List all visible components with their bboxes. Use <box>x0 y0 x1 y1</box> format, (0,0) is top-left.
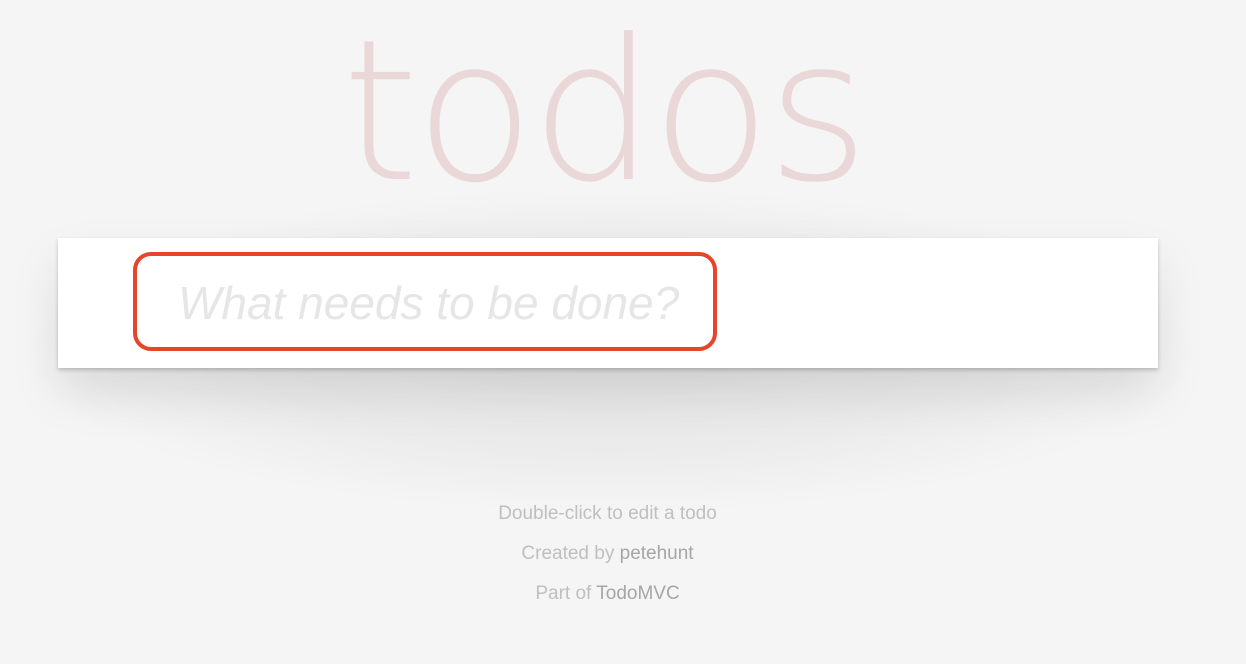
todomvc-link[interactable]: TodoMVC <box>596 583 679 604</box>
todo-header-card <box>58 238 1158 368</box>
info-footer: Double-click to edit a todo Created by p… <box>0 494 1215 614</box>
part-of-line: Part of TodoMVC <box>0 574 1215 614</box>
edit-hint: Double-click to edit a todo <box>498 503 717 524</box>
part-of-label: Part of <box>535 583 592 604</box>
app-title: todos <box>341 0 869 226</box>
created-by-label: Created by <box>521 543 615 564</box>
credits-line: Created by petehunt <box>0 534 1215 574</box>
todo-app: todos Double-click to edit a todo Create… <box>0 0 1246 664</box>
new-todo-input[interactable] <box>118 238 1158 368</box>
author-link[interactable]: petehunt <box>620 543 694 564</box>
